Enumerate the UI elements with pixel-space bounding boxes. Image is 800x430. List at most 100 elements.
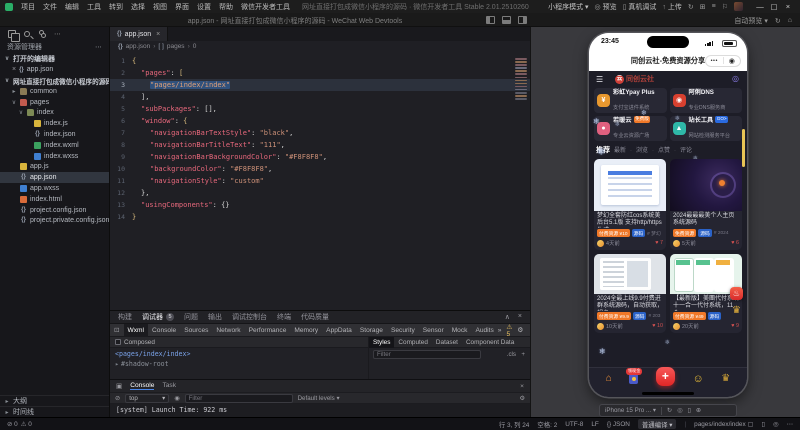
post-card[interactable]: 2024全最上线9.9付费进群系统源码，自动获取，超多...付费资源 ¥9.9源… xyxy=(594,254,666,333)
console-tab-task[interactable]: Task xyxy=(162,382,176,390)
post-card[interactable]: 梦幻全套防红cos系统美后台5.1版 支持http/https生成付费资源 ¥1… xyxy=(594,159,666,250)
tree-item-index.html[interactable]: index.html xyxy=(0,194,109,205)
encoding[interactable]: UTF-8 xyxy=(565,421,583,428)
open-editor-item[interactable]: × {} app.json xyxy=(0,64,109,75)
clear-console-icon[interactable]: ⊘ xyxy=(115,395,120,402)
code-line-1[interactable]: 1{ xyxy=(110,55,530,67)
toggle-sidebar-icon[interactable] xyxy=(486,16,495,24)
code-line-5[interactable]: 5"subPackages": [], xyxy=(110,103,530,115)
panel-tab-调试控制台[interactable]: 调试控制台 xyxy=(232,312,267,322)
styles-filter-input[interactable]: Filter xyxy=(373,350,481,359)
menu-item[interactable]: 微信开发者工具 xyxy=(237,2,294,12)
elements-tree[interactable]: <pages/index/index> ▸#shadow-root xyxy=(110,348,368,379)
breadcrumb[interactable]: {} app.json› [ ] pages› 0 xyxy=(110,41,530,52)
cls-label[interactable]: .cls xyxy=(507,351,516,358)
code-line-4[interactable]: 4], xyxy=(110,91,530,103)
warning-count[interactable]: ⚠ 5 xyxy=(506,323,512,338)
overflow-tabs-icon[interactable]: » xyxy=(498,327,502,334)
maximize-button[interactable]: ▢ xyxy=(767,2,781,11)
style-tab-computed[interactable]: Computed xyxy=(394,337,432,348)
remote-debug-button[interactable]: ▯ 真机调试 xyxy=(623,2,657,12)
sync-icon[interactable]: ↻ xyxy=(688,3,694,11)
close-drawer-icon[interactable]: × xyxy=(520,383,524,390)
collapse-panel-icon[interactable]: ∧ xyxy=(505,313,510,321)
more-icon[interactable]: ⋯ xyxy=(54,30,61,38)
toggle-panel-icon[interactable] xyxy=(502,16,511,24)
menu-item[interactable]: 编辑 xyxy=(61,2,83,12)
console-tab-console[interactable]: Console xyxy=(130,382,154,390)
add-class-icon[interactable]: + xyxy=(521,351,525,358)
project-section[interactable]: ∨ 网址直接打包成微信小程序的源码 xyxy=(0,75,109,86)
sort-tab-0[interactable]: 最新 xyxy=(614,145,626,154)
shadow-root-node[interactable]: ▸#shadow-root xyxy=(115,360,368,368)
tree-item-project.config.json[interactable]: {}project.config.json xyxy=(0,205,109,216)
close-tab-icon[interactable]: × xyxy=(156,31,160,38)
code-line-10[interactable]: 10"backgroundColor": "#F8F8F8", xyxy=(110,163,530,175)
style-tab-component-data[interactable]: Component Data xyxy=(462,337,518,348)
code-line-8[interactable]: 8"navigationBarTitleText": "111", xyxy=(110,139,530,151)
log-levels-selector[interactable]: Default levels ▾ xyxy=(298,395,340,402)
close-icon[interactable]: × xyxy=(12,66,16,73)
devtools-tab-storage[interactable]: Storage xyxy=(356,324,387,337)
panel-tab-构建[interactable]: 构建 xyxy=(118,312,132,322)
grid-icon[interactable]: ⊞ xyxy=(700,3,706,11)
auto-preview-selector[interactable]: 自动预览 ▾ xyxy=(734,16,767,26)
close-button[interactable]: × xyxy=(781,2,795,11)
editor-tab-appjson[interactable]: {} app.json × xyxy=(110,27,168,41)
indentation[interactable]: 空格: 2 xyxy=(537,420,557,429)
list-icon[interactable]: ≡ xyxy=(712,3,716,10)
exit-miniprogram-icon[interactable]: ◉ xyxy=(724,57,741,65)
tree-item-app.wxss[interactable]: app.wxss xyxy=(0,183,109,194)
menu-item[interactable]: 设置 xyxy=(193,2,215,12)
menu-item[interactable]: 项目 xyxy=(17,2,39,12)
post-likes[interactable]: ♥ 10 xyxy=(652,323,663,329)
explorer-actions-icon[interactable]: ⋯ xyxy=(95,43,102,51)
eye-icon[interactable]: ◉ xyxy=(174,395,179,402)
menu-item[interactable]: 工具 xyxy=(83,2,105,12)
drawer-toggle-icon[interactable]: ▣ xyxy=(116,382,122,390)
sort-tab-recommend[interactable]: 推荐 xyxy=(596,145,610,155)
tree-item-index.json[interactable]: {}index.json xyxy=(0,129,109,140)
timeline-section[interactable]: ▸ 时间线 xyxy=(0,406,109,417)
style-tab-dataset[interactable]: Dataset xyxy=(432,337,462,348)
composed-checkbox[interactable] xyxy=(115,339,121,345)
hot-float-button[interactable]: ♨ xyxy=(730,287,743,300)
devtools-tab-audits[interactable]: Audits xyxy=(471,324,497,337)
panel-tab-输出[interactable]: 输出 xyxy=(208,312,222,322)
post-likes[interactable]: ♥ 6 xyxy=(731,240,739,246)
code-line-12[interactable]: 12}, xyxy=(110,187,530,199)
tree-item-common[interactable]: ▸common xyxy=(0,86,109,97)
hamburger-menu-icon[interactable]: ☰ xyxy=(596,75,603,84)
tree-item-pages[interactable]: ∨pages xyxy=(0,97,109,108)
code-line-13[interactable]: 13"usingComponents": {} xyxy=(110,199,530,211)
panel-tab-问题[interactable]: 问题 xyxy=(184,312,198,322)
refresh-icon[interactable]: ↻ xyxy=(775,17,781,25)
tab-profile-icon[interactable]: ♛ xyxy=(721,373,730,384)
eol[interactable]: LF xyxy=(591,421,598,428)
source-control-icon[interactable] xyxy=(38,30,46,38)
compile-mode-selector[interactable]: 普通编译 ▾ xyxy=(638,419,677,429)
panel-tab-代码质量[interactable]: 代码质量 xyxy=(301,312,329,322)
bell-icon[interactable]: ⚐ xyxy=(722,3,728,11)
menu-item[interactable]: 视图 xyxy=(149,2,171,12)
phone-status-icon[interactable]: ▯ xyxy=(762,420,766,428)
open-editors-section[interactable]: ∨ 打开的编辑器 xyxy=(0,53,109,64)
preview-button[interactable]: ◎ 预览 xyxy=(595,2,617,12)
code-line-14[interactable]: 14} xyxy=(110,211,530,223)
code-line-7[interactable]: 7"navigationBarTextStyle": "black", xyxy=(110,127,530,139)
page-path[interactable]: pages/index/index ▢ xyxy=(694,420,753,428)
devtools-tab-performance[interactable]: Performance xyxy=(245,324,291,337)
devtools-tab-mock[interactable]: Mock xyxy=(448,324,472,337)
code-line-9[interactable]: 9"navigationBarBackgroundColor": "#F8F8F… xyxy=(110,151,530,163)
close-panel-icon[interactable]: × xyxy=(518,313,522,321)
tab-publish-button[interactable]: + xyxy=(656,367,675,386)
panel-tab-终端[interactable]: 终端 xyxy=(277,312,291,322)
menu-item[interactable]: 界面 xyxy=(171,2,193,12)
rotate-icon[interactable]: ↻ xyxy=(667,407,672,414)
menu-item[interactable]: 转到 xyxy=(105,2,127,12)
post-likes[interactable]: ♥ 9 xyxy=(731,323,739,329)
devtools-tab-security[interactable]: Security xyxy=(387,324,419,337)
mode-selector[interactable]: 小程序模式 ▾ xyxy=(548,2,588,12)
more-menu-icon[interactable]: ••• xyxy=(706,58,723,64)
console-filter-input[interactable]: Filter xyxy=(185,394,293,403)
